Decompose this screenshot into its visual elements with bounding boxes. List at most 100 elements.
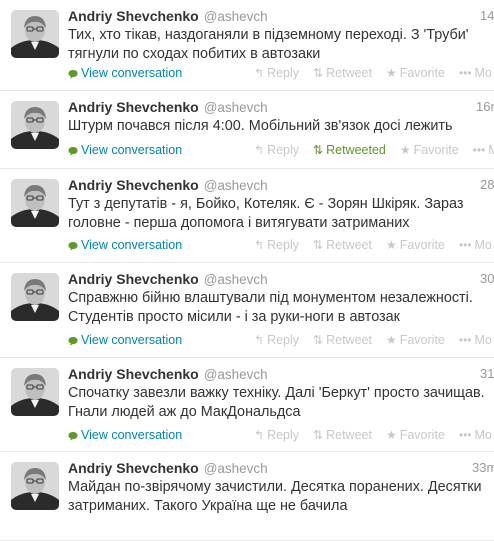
user-name[interactable]: Andriy Shevchenko xyxy=(68,8,199,24)
user-handle[interactable]: @ashevch xyxy=(204,100,268,115)
star-icon: ★ xyxy=(399,143,411,157)
retweet-icon: ⇅ xyxy=(313,428,324,442)
tweet[interactable]: Andriy Shevchenko @ashevch 14 Тих, хто тіка… xyxy=(0,0,494,91)
more-button[interactable]: •••Mo xyxy=(459,428,492,442)
tweet-actions: ↰Reply ⇅Retweeted ★Favorite •••Mo xyxy=(254,143,494,157)
user-name[interactable]: Andriy Shevchenko xyxy=(68,271,199,287)
conversation-icon xyxy=(68,240,78,251)
view-conversation-label: View conversation xyxy=(81,66,183,80)
tweet-text: Тих, хто тікав, наздоганяли в підземному… xyxy=(68,26,494,64)
conversation-icon xyxy=(68,335,78,346)
reply-icon: ↰ xyxy=(254,238,265,252)
user-name[interactable]: Andriy Shevchenko xyxy=(68,99,199,115)
tweet-actions: ↰ Reply ⇅ Retweet ★ Favorite ••• Mo xyxy=(254,66,494,80)
tweet-timestamp[interactable]: 31 xyxy=(480,366,494,381)
view-conversation-link[interactable]: View conversation xyxy=(68,66,182,80)
tweet-timestamp[interactable]: 28 xyxy=(480,177,494,192)
tweet[interactable]: Andriy Shevchenko @ashevch 30 Справжню бійн… xyxy=(0,263,494,358)
view-conversation-link[interactable]: View conversation xyxy=(68,238,182,252)
more-icon: ••• xyxy=(458,238,472,252)
user-handle[interactable]: @ashevch xyxy=(204,367,268,382)
avatar[interactable] xyxy=(11,368,59,416)
reply-button[interactable]: ↰ Reply xyxy=(254,428,299,442)
more-icon: ••• xyxy=(472,143,486,157)
more-button[interactable]: •••Mo xyxy=(459,238,492,252)
favorite-button[interactable]: ★ Favorite xyxy=(386,333,445,347)
view-conversation-label: View conversation xyxy=(81,143,183,157)
tweet-timestamp[interactable]: 33m xyxy=(472,460,494,475)
tweet-text-line: Студентів просто місили - і за руки-ноги… xyxy=(68,309,400,325)
tweet-actions: ↰ Reply ⇅ Retweet ★ Favorite ••• Mo xyxy=(254,428,494,442)
conversation-icon xyxy=(68,68,78,79)
view-conversation-link[interactable]: View conversation xyxy=(68,333,182,347)
tweet[interactable]: Andriy Shevchenko @ashevch 16m Штурм почавс… xyxy=(0,91,494,169)
reply-button[interactable]: ↰ Reply xyxy=(254,333,299,347)
retweeted-button[interactable]: ⇅ Retweeted xyxy=(313,143,386,157)
more-button[interactable]: •••Mo xyxy=(459,66,492,80)
favorite-button[interactable]: ★ Favorite xyxy=(386,238,445,252)
user-handle[interactable]: @ashevch xyxy=(204,272,268,287)
more-button[interactable]: •••Mo xyxy=(459,333,492,347)
reply-button[interactable]: ↰ Reply xyxy=(254,66,299,80)
conversation-icon xyxy=(68,430,78,441)
retweet-icon: ⇅ xyxy=(313,143,324,157)
tweet[interactable]: Andriy Shevchenko @ashevch 28 Тут з депутат… xyxy=(0,169,494,263)
avatar[interactable] xyxy=(11,10,59,58)
retweet-button[interactable]: ⇅ Retweet xyxy=(313,238,372,252)
view-conversation-link[interactable]: View conversation xyxy=(68,428,182,442)
user-handle[interactable]: @ashevch xyxy=(204,178,268,193)
tweet-timestamp[interactable]: 14 xyxy=(480,8,494,23)
reply-button[interactable]: ↰ Reply xyxy=(254,143,299,157)
view-conversation-label: View conversation xyxy=(81,333,183,347)
favorite-button[interactable]: ★ Favorite xyxy=(386,66,445,80)
tweet-actions: ↰ Reply ⇅ Retweet ★ Favorite ••• Mo xyxy=(254,238,494,252)
tweet-text-line: затриманих. Такого Україна ще не бачила xyxy=(68,498,348,514)
avatar[interactable] xyxy=(11,273,59,321)
star-icon: ★ xyxy=(385,238,397,252)
user-handle[interactable]: @ashevch xyxy=(204,9,268,24)
user-handle[interactable]: @ashevch xyxy=(204,461,268,476)
tweet-text: Тут з депутатів - я, Бойко, Котеляк. Є -… xyxy=(68,195,494,233)
tweet-text-line: головне - перша допомога і витягувати за… xyxy=(68,215,410,231)
tweet[interactable]: Andriy Shevchenko @ashevch 31 Спочатку заве… xyxy=(0,358,494,452)
star-icon: ★ xyxy=(385,428,397,442)
retweet-button[interactable]: ⇅ Retweet xyxy=(313,428,372,442)
tweet-text-line: Тут з депутатів - я, Бойко, Котеляк. Є -… xyxy=(68,196,464,212)
more-icon: ••• xyxy=(458,428,472,442)
star-icon: ★ xyxy=(385,66,397,80)
view-conversation-link[interactable]: View conversation xyxy=(68,143,182,157)
reply-icon: ↰ xyxy=(254,333,265,347)
tweet-text-line: Штурм почався після 4:00. Мобільний зв'я… xyxy=(68,118,453,134)
tweet-text: Спочатку завезли важку техніку. Далі 'Бе… xyxy=(68,384,494,422)
avatar[interactable] xyxy=(11,179,59,227)
tweet-text: Справжню бійню влаштували під монументом… xyxy=(68,289,494,327)
user-name[interactable]: Andriy Shevchenko xyxy=(68,366,199,382)
reply-icon: ↰ xyxy=(254,66,265,80)
reply-button[interactable]: ↰ Reply xyxy=(254,238,299,252)
tweet-text-line: Тих, хто тікав, наздоганяли в підземному… xyxy=(68,27,469,43)
user-name[interactable]: Andriy Shevchenko xyxy=(68,177,199,193)
retweet-button[interactable]: ⇅ Retweet xyxy=(313,66,372,80)
retweet-icon: ⇅ xyxy=(313,333,324,347)
view-conversation-label: View conversation xyxy=(81,428,183,442)
tweet-text: Майдан по-звірячому зачистили. Десятка п… xyxy=(68,478,494,516)
tweet-text-line: тягнули по сходах побитих в автозаки xyxy=(68,46,321,62)
tweet-timestamp[interactable]: 30 xyxy=(480,271,494,286)
user-name[interactable]: Andriy Shevchenko xyxy=(68,460,199,476)
more-button[interactable]: •••Mo xyxy=(473,143,494,157)
tweet-text-line: Спочатку завезли важку техніку. Далі 'Бе… xyxy=(68,385,485,401)
retweet-button[interactable]: ⇅ Retweet xyxy=(313,333,372,347)
avatar[interactable] xyxy=(11,462,59,510)
reply-icon: ↰ xyxy=(254,428,265,442)
retweet-icon: ⇅ xyxy=(313,238,324,252)
avatar[interactable] xyxy=(11,101,59,149)
view-conversation-label: View conversation xyxy=(81,238,183,252)
retweet-icon: ⇅ xyxy=(313,66,324,80)
tweet-text: Штурм почався після 4:00. Мобільний зв'я… xyxy=(68,117,494,136)
tweet-timestamp[interactable]: 16m xyxy=(476,99,494,114)
tweet[interactable]: Andriy Shevchenko @ashevch 33m Майдан по-зв… xyxy=(0,452,494,541)
conversation-icon xyxy=(68,145,78,156)
favorite-button[interactable]: ★ Favorite xyxy=(400,143,459,157)
favorite-button[interactable]: ★ Favorite xyxy=(386,428,445,442)
reply-icon: ↰ xyxy=(254,143,265,157)
